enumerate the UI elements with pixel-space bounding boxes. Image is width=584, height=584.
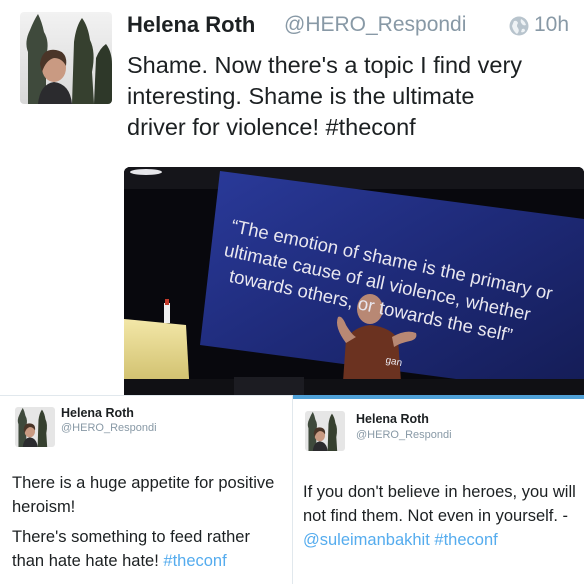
- avatar[interactable]: [20, 12, 112, 104]
- globe-icon: [508, 15, 530, 37]
- avatar[interactable]: [305, 411, 345, 451]
- tweet-paragraph: If you don't believe in heroes, you will…: [303, 483, 576, 525]
- author-handle[interactable]: @HERO_Respondi: [284, 13, 466, 37]
- tweet-text-line: driver for violence!: [127, 114, 326, 140]
- author-name[interactable]: Helena Roth: [127, 12, 255, 38]
- author-handle[interactable]: @HERO_Respondi: [61, 422, 157, 434]
- author-name[interactable]: Helena Roth: [61, 406, 134, 420]
- hashtag-link[interactable]: #theconf: [434, 531, 497, 549]
- author-name[interactable]: Helena Roth: [356, 412, 429, 426]
- tweet-timestamp[interactable]: 10h: [534, 13, 569, 37]
- tweet-text: If you don't believe in heroes, you will…: [303, 480, 579, 552]
- active-card-indicator: [293, 395, 584, 399]
- author-handle[interactable]: @HERO_Respondi: [356, 429, 452, 441]
- tweet-text: There is a huge appetite for positive he…: [12, 471, 284, 573]
- hashtag-link[interactable]: #theconf: [326, 114, 416, 140]
- tweet-text-line: interesting. Shame is the ultimate: [127, 83, 475, 109]
- mention-link[interactable]: @suleimanbakhit: [303, 531, 430, 549]
- tweet-text: Shame. Now there's a topic I find very i…: [127, 50, 579, 143]
- tweet-photo[interactable]: “The emotion of shame is the primary or …: [124, 167, 584, 396]
- hashtag-link[interactable]: #theconf: [163, 552, 226, 570]
- divider: [292, 396, 293, 584]
- avatar[interactable]: [15, 407, 55, 447]
- tweet-text-line: Shame. Now there's a topic I find very: [127, 52, 523, 78]
- tweet-paragraph: There is a huge appetite for positive he…: [12, 474, 275, 516]
